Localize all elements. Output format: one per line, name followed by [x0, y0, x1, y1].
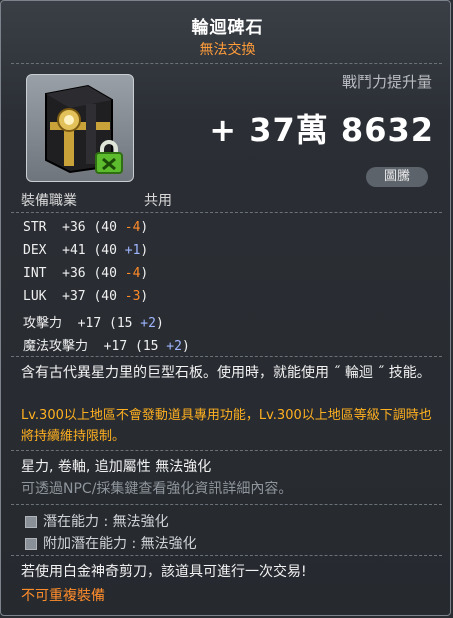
trade-status: 無法交換	[199, 42, 256, 58]
item-name: 輪迴碑石	[191, 18, 264, 38]
job-value: 共用	[144, 193, 172, 209]
checkbox-bullet-icon	[25, 516, 37, 528]
enhance-info: 星力, 卷軸, 追加屬性 無法強化	[21, 459, 212, 475]
item-tooltip: 輪迴碑石 無法交換 戰鬥力提升量 + 37萬 8632 圖騰 裝備職業 共用 S…	[0, 0, 451, 616]
divider	[11, 212, 442, 213]
power-label: 戰鬥力提升量	[341, 73, 432, 91]
stat-row: 攻擊力 +17 (15 +2)	[23, 316, 164, 331]
item-description: 含有古代異星力里的巨型石板。使用時，就能使用 ˝ 輪迴 ˝ 技能。	[21, 365, 431, 381]
potential-row: 潛在能力 : 無法強化	[25, 511, 169, 531]
divider	[11, 356, 442, 357]
item-icon-frame	[26, 74, 134, 182]
checkbox-bullet-icon	[25, 538, 37, 550]
enhance-hint: 可透過NPC/採集鍵查看強化資訊詳細內容。	[21, 481, 293, 497]
lock-icon	[95, 140, 123, 174]
additional-potential-row: 附加潛在能力 : 無法強化	[25, 533, 197, 553]
divider	[11, 63, 442, 64]
stat-row: INT +36 (40 -4)	[23, 266, 149, 281]
unique-equip-warning: 不可重複裝備	[21, 588, 105, 604]
stat-row: LUK +37 (40 -3)	[23, 289, 149, 304]
level-notice: Lv.300以上地區不會發動道具專用功能，Lv.300以上地區等級下調時也將持續…	[21, 408, 432, 444]
stat-row: STR +36 (40 -4)	[23, 220, 149, 235]
stat-row: 魔法攻擊力 +17 (15 +2)	[23, 339, 190, 354]
divider	[11, 450, 442, 451]
divider	[11, 504, 442, 505]
category-tag: 圖騰	[366, 167, 428, 187]
scissors-note: 若使用白金神奇剪刀，該道具可進行一次交易!	[21, 564, 307, 580]
job-label: 裝備職業	[21, 193, 77, 209]
divider	[11, 555, 442, 556]
power-value: + 37萬 8632	[209, 111, 434, 149]
stat-row: DEX +41 (40 +1)	[23, 243, 149, 258]
